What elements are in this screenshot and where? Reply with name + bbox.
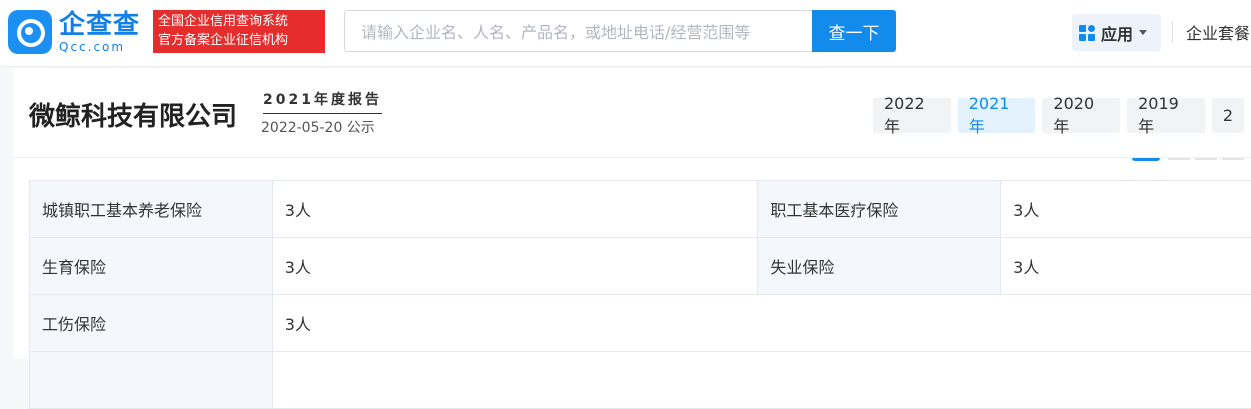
- table-cell-label: 生育保险: [30, 238, 273, 295]
- logo-english: Qcc.com: [59, 41, 153, 54]
- chevron-down-icon: [1139, 30, 1147, 35]
- apps-grid-icon: [1079, 25, 1095, 41]
- report-title-bar: 微鲸科技有限公司 2021年度报告 2022-05-20 公示 2022年 20…: [13, 68, 1251, 158]
- table-cell-label: 工伤保险: [30, 295, 273, 352]
- table-row: 生育保险 3人 失业保险 3人: [30, 238, 1251, 295]
- search-button[interactable]: 查一下: [812, 10, 896, 52]
- insurance-panel: 城镇职工基本养老保险 3人 职工基本医疗保险 3人 生育保险 3人 失业保险 3…: [13, 158, 1251, 359]
- table-cell-label: [30, 352, 273, 409]
- section-nav-indicator: [1195, 158, 1217, 160]
- section-nav-active-indicator: [1132, 158, 1160, 161]
- table-cell-value: 3人: [272, 238, 758, 295]
- badge-line-1: 全国企业信用查询系统: [158, 12, 320, 31]
- company-name[interactable]: 微鲸科技有限公司: [29, 96, 237, 133]
- year-tab-2020[interactable]: 2020年: [1042, 98, 1120, 133]
- logo-chinese: 企查查: [59, 11, 153, 39]
- table-cell-label: 城镇职工基本养老保险: [30, 181, 273, 238]
- search-placeholder: 请输入企业名、人名、产品名，或地址电话/经营范围等: [361, 19, 750, 43]
- top-navigation-bar: 企查查 Qcc.com 全国企业信用查询系统 官方备案企业征信机构 请输入企业名…: [0, 0, 1251, 67]
- table-row: 工伤保险 3人: [30, 295, 1251, 352]
- table-row: [30, 352, 1251, 409]
- apps-label: 应用: [1101, 21, 1133, 45]
- table-cell-value: [272, 352, 1251, 409]
- official-record-badge: 全国企业信用查询系统 官方备案企业征信机构: [153, 10, 325, 53]
- logo-text: 企查查 Qcc.com: [59, 11, 153, 54]
- year-tab-2022[interactable]: 2022年: [873, 98, 951, 133]
- year-tabs: 2022年 2021年 2020年 2019年 2: [873, 98, 1251, 133]
- apps-menu-button[interactable]: 应用: [1072, 14, 1161, 51]
- table-cell-value: 3人: [1001, 238, 1251, 295]
- year-tab-2021[interactable]: 2021年: [958, 98, 1036, 133]
- search-input[interactable]: 请输入企业名、人名、产品名，或地址电话/经营范围等: [344, 10, 812, 52]
- enterprise-suite-link[interactable]: 企业套餐: [1186, 20, 1250, 44]
- year-tab-2019[interactable]: 2019年: [1127, 98, 1205, 133]
- table-cell-label: 失业保险: [758, 238, 1001, 295]
- section-nav-indicator: [1222, 158, 1244, 160]
- year-tab-truncated[interactable]: 2: [1212, 98, 1244, 133]
- qcc-logo[interactable]: 企查查 Qcc.com: [8, 10, 153, 54]
- nav-divider: [1172, 22, 1173, 42]
- badge-line-2: 官方备案企业征信机构: [158, 31, 320, 50]
- table-cell-value: 3人: [1001, 181, 1251, 238]
- report-title: 2021年度报告: [263, 89, 382, 114]
- qcc-logo-icon: [8, 10, 52, 54]
- table-cell-value: 3人: [272, 181, 758, 238]
- table-cell-label: 职工基本医疗保险: [758, 181, 1001, 238]
- social-insurance-table: 城镇职工基本养老保险 3人 职工基本医疗保险 3人 生育保险 3人 失业保险 3…: [29, 180, 1251, 409]
- section-nav-indicator: [1168, 158, 1190, 160]
- report-publish-date: 2022-05-20 公示: [261, 117, 375, 137]
- table-cell-value: 3人: [272, 295, 1251, 352]
- table-row: 城镇职工基本养老保险 3人 职工基本医疗保险 3人: [30, 181, 1251, 238]
